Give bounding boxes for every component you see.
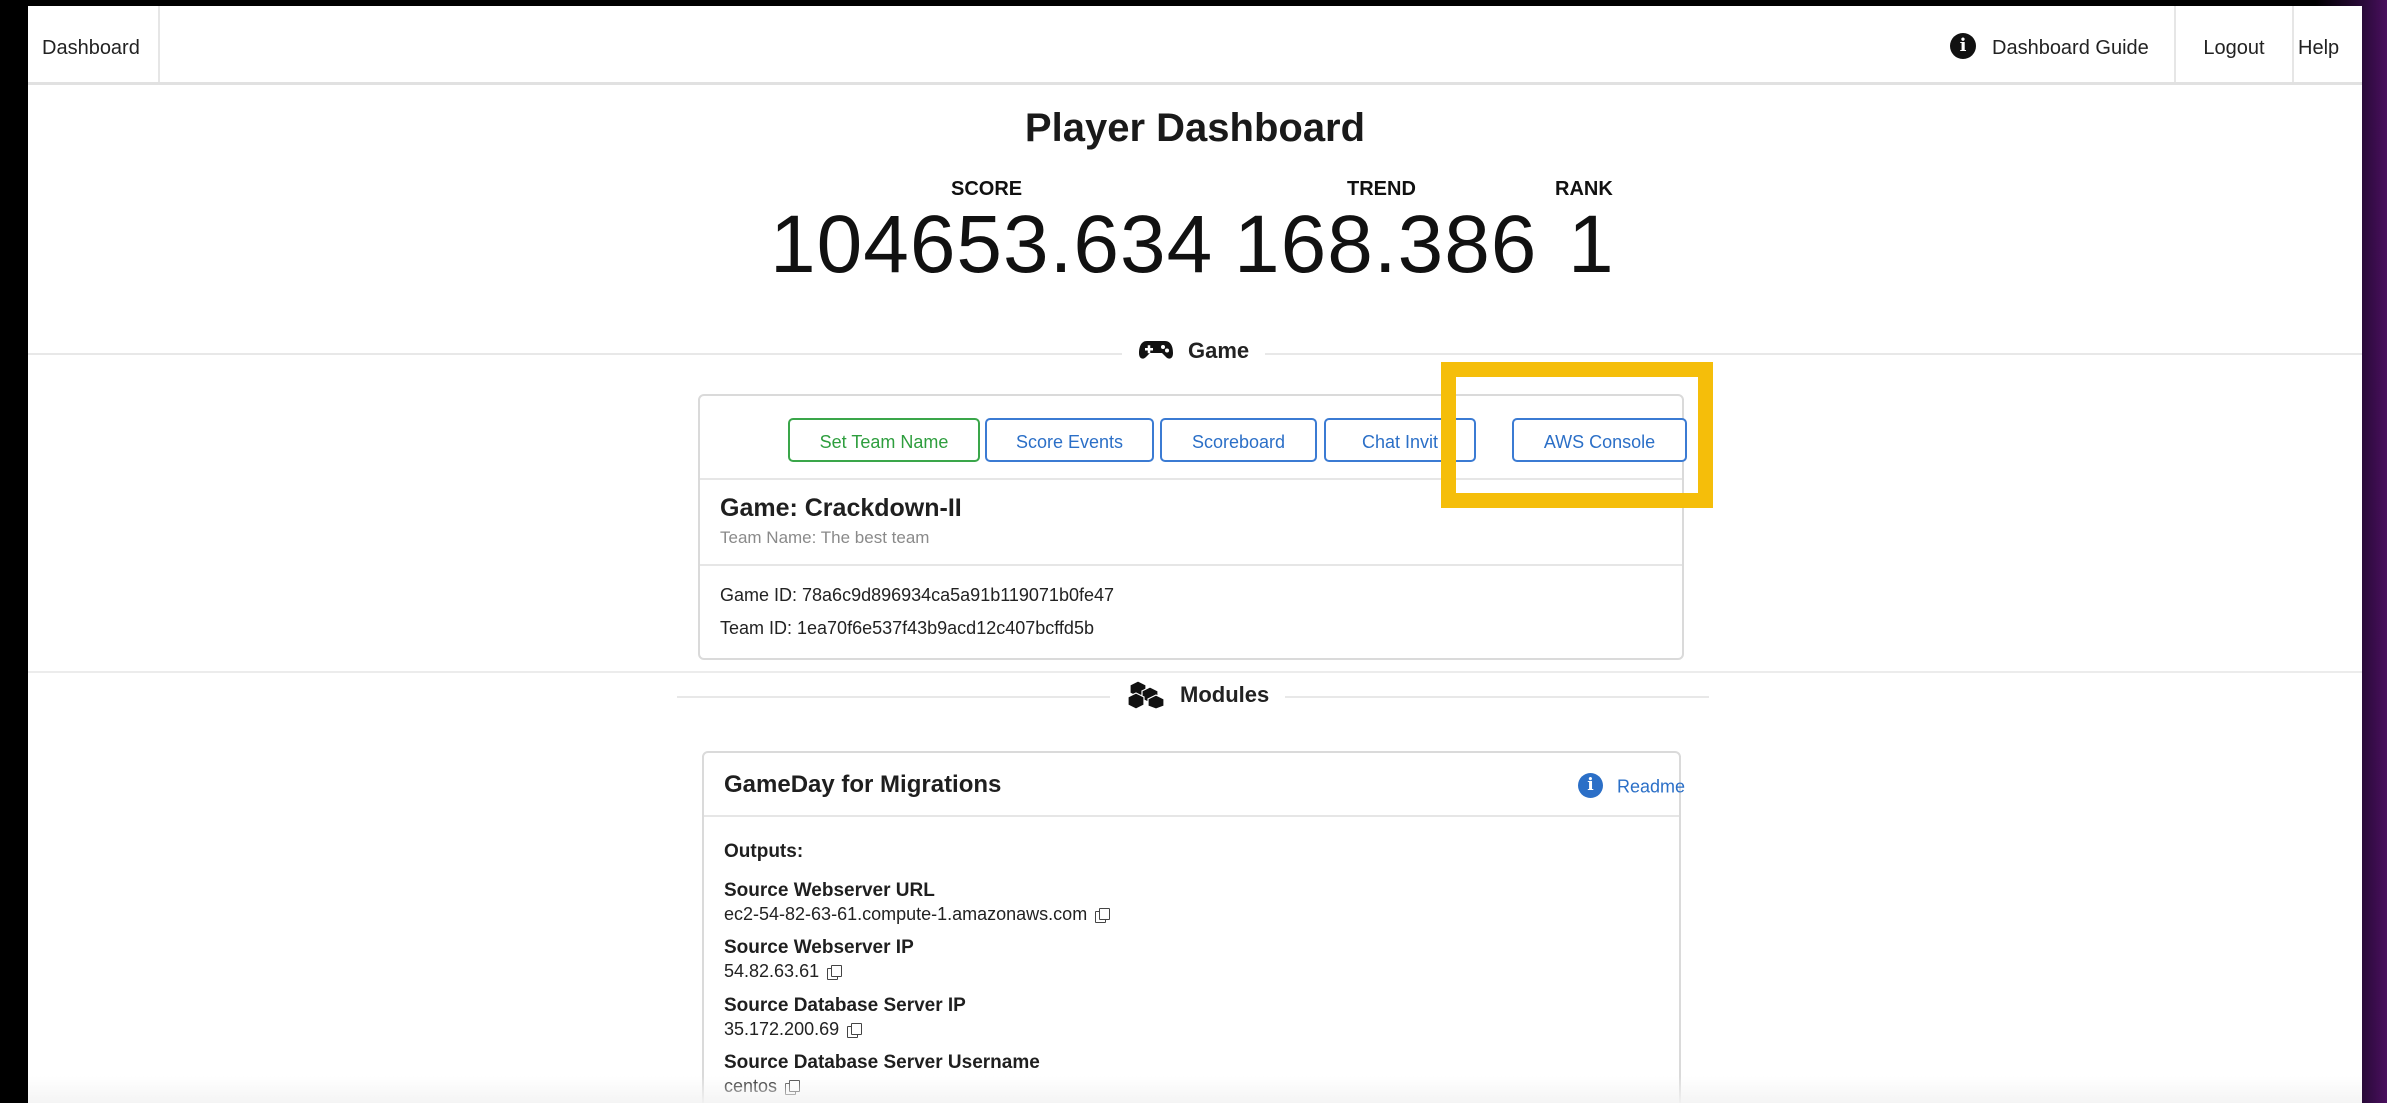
cubes-icon <box>1127 680 1165 710</box>
modules-section-label: Modules <box>1180 681 1270 707</box>
bottom-fade <box>28 1076 2362 1103</box>
rank-value: 1 <box>1568 199 1615 290</box>
score-value: 104653.634 <box>770 199 1214 290</box>
game-title: Game: Crackdown-II <box>720 494 962 522</box>
dashboard-page: Dashboard i Dashboard Guide Logout Help P… <box>28 6 2362 1103</box>
nav-dashboard-guide-link[interactable]: i Dashboard Guide <box>1950 6 2149 82</box>
gamepad-icon <box>1139 341 1173 359</box>
game-id-text: Game ID: 78a6c9d896934ca5a91b119071b0fe4… <box>720 585 1114 605</box>
output-value: 35.172.200.69 <box>724 1019 863 1040</box>
copy-icon[interactable] <box>1095 908 1111 923</box>
nav-guide-label: Dashboard Guide <box>1992 37 2149 59</box>
set-team-name-button[interactable]: Set Team Name <box>788 418 980 462</box>
output-value: ec2-54-82-63-61.compute-1.amazonaws.com <box>724 904 1111 925</box>
nav-dashboard-link[interactable]: Dashboard <box>28 6 160 82</box>
output-label: Source Webserver URL <box>724 880 935 901</box>
game-section-title: Game <box>1122 338 1266 364</box>
output-label: Source Database Server IP <box>724 995 966 1016</box>
aws-console-highlight-box <box>1441 362 1713 508</box>
trend-value: 168.386 <box>1234 199 1538 290</box>
card-separator <box>704 815 1679 817</box>
modules-section-title: Modules <box>1110 680 1286 711</box>
output-label: Source Webserver IP <box>724 937 914 958</box>
scoreboard-button[interactable]: Scoreboard <box>1160 418 1317 462</box>
score-events-button[interactable]: Score Events <box>985 418 1154 462</box>
copy-icon[interactable] <box>827 965 843 980</box>
output-value-text: 35.172.200.69 <box>724 1019 840 1039</box>
section-divider <box>28 671 2362 673</box>
output-label: Source Database Server Username <box>724 1052 1040 1073</box>
outputs-heading: Outputs: <box>724 841 804 862</box>
output-value-text: ec2-54-82-63-61.compute-1.amazonaws.com <box>724 904 1088 924</box>
card-separator <box>700 564 1682 566</box>
output-value: 54.82.63.61 <box>724 961 843 982</box>
team-name-text: Team Name: The best team <box>720 528 930 547</box>
nav-logout-link[interactable]: Logout <box>2174 6 2294 82</box>
nav-help-link[interactable]: Help <box>2298 6 2339 82</box>
top-navbar: Dashboard i Dashboard Guide Logout Help <box>28 6 2362 85</box>
game-section-label: Game <box>1188 338 1250 363</box>
module-card: GameDay for Migrations i Readme Outputs: … <box>702 751 1685 1103</box>
page-title: Player Dashboard <box>1024 106 1366 150</box>
team-id-text: Team ID: 1ea70f6e537f43b9acd12c407bcffd5… <box>720 618 1094 638</box>
readme-link[interactable]: i Readme <box>1578 773 1686 800</box>
readme-label: Readme <box>1617 776 1686 797</box>
info-circle-icon: i <box>1950 32 1976 59</box>
info-circle-icon: i <box>1578 773 1603 798</box>
module-title: GameDay for Migrations <box>724 771 1002 798</box>
copy-icon[interactable] <box>847 1023 863 1038</box>
output-value-text: 54.82.63.61 <box>724 961 820 981</box>
